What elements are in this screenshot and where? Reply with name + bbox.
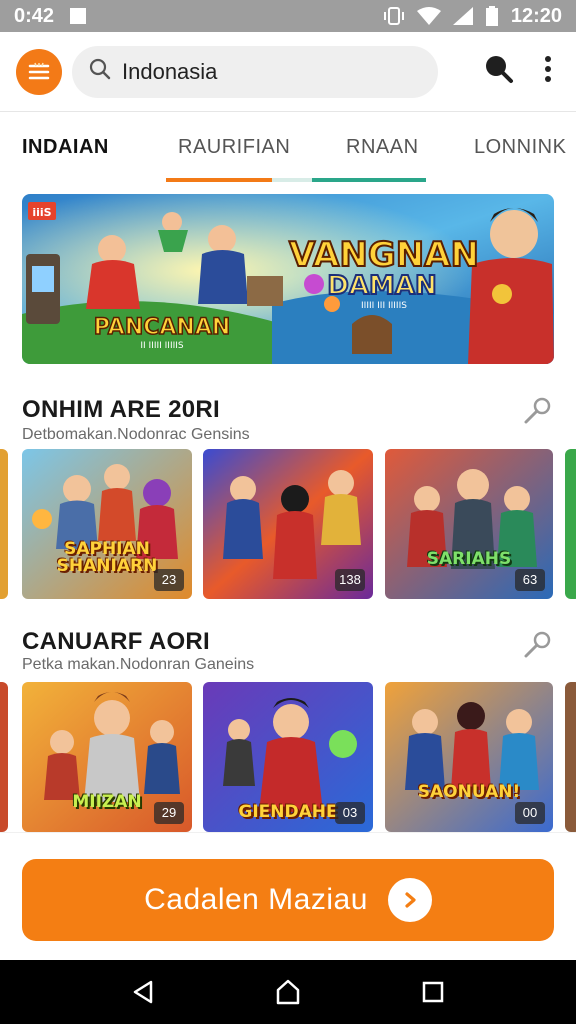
notification-icon	[70, 8, 87, 24]
tab-indaian[interactable]: INDAIAN	[22, 136, 109, 159]
game-card[interactable]: MIIZAN 29	[22, 682, 192, 832]
card-edge-right[interactable]	[565, 449, 576, 599]
nav-back-icon[interactable]	[123, 972, 163, 1012]
menu-logo-icon[interactable]	[16, 48, 62, 95]
card-title: SAONUAN!	[417, 782, 521, 802]
banner-left-sub: II IIIII IIIIIS	[140, 341, 184, 351]
more-vert-icon[interactable]	[544, 55, 552, 88]
battery-icon	[485, 6, 499, 26]
card-count-badge: 29	[154, 802, 184, 824]
cta-area: Cadalen Maziau	[0, 832, 576, 960]
search-icon	[88, 57, 112, 86]
nav-recents-icon[interactable]	[413, 972, 453, 1012]
nav-home-icon[interactable]	[268, 972, 308, 1012]
voice-search-icon[interactable]	[482, 54, 514, 89]
section-2-title: CANUARF AORI	[22, 628, 211, 655]
status-bar: 0:42 12:20	[0, 0, 576, 32]
game-card[interactable]: 138	[203, 449, 373, 599]
game-card[interactable]: SAPHIAN SHANIARN 23	[22, 449, 192, 599]
wifi-icon	[416, 7, 441, 25]
game-card[interactable]: SARIAHS 63	[385, 449, 553, 599]
section-1-title: ONHIM ARE 20RI	[22, 396, 221, 423]
signal-icon	[452, 7, 473, 25]
tab-indicator-orange	[166, 178, 272, 182]
banner-badge: iiiS	[32, 206, 51, 219]
tab-rnaan[interactable]: RNAAN	[346, 136, 419, 159]
tab-indicator-teal	[312, 178, 426, 182]
hero-banner[interactable]: iiiS VANGNAN DAMAN IIIII III IIIIIS PANC…	[22, 194, 554, 364]
section-2-subtitle: Petka makan.Nodonran Ganeins	[22, 656, 255, 673]
app-screen: 0:42 12:20 Indonasia INDAIAN RAURIFIAN R…	[0, 0, 576, 1024]
top-app-bar	[0, 32, 576, 112]
section-1-row: SAPHIAN SHANIARN 23 138 SARIAHS 63	[0, 449, 576, 601]
banner-headline-1: VANGNAN	[289, 235, 479, 275]
banner-headline-sub: IIIII III IIIIIS	[361, 301, 407, 311]
search-bar[interactable]	[72, 45, 438, 98]
status-time-right: 12:20	[510, 4, 562, 27]
card-edge-left[interactable]	[0, 682, 8, 832]
category-tabs: INDAIAN RAURIFIAN RNAAN LONNINK	[0, 124, 576, 184]
cta-label: Cadalen Maziau	[144, 883, 368, 916]
tab-indicator-fade	[272, 178, 312, 182]
section-2-row: MIIZAN 29 GIENDAHE 03 SAONUAN! 00	[0, 682, 576, 834]
card-edge-right[interactable]	[565, 682, 576, 832]
card-edge-left[interactable]	[0, 449, 8, 599]
card-count-badge: 63	[515, 569, 545, 591]
card-count-badge: 23	[154, 569, 184, 591]
vibrate-icon	[383, 6, 405, 26]
card-count-badge: 00	[515, 802, 545, 824]
search-input[interactable]	[122, 58, 402, 85]
banner-headline-2: DAMAN	[327, 271, 436, 301]
card-title: SARIAHS	[426, 549, 512, 569]
game-card[interactable]: GIENDAHE 03	[203, 682, 373, 832]
card-count-badge: 03	[335, 802, 365, 824]
tab-raurifian[interactable]: RAURIFIAN	[178, 136, 290, 159]
status-time-left: 0:42	[14, 4, 55, 27]
pin-icon[interactable]	[520, 628, 554, 662]
system-nav-bar	[0, 960, 576, 1024]
section-1-subtitle: Detbomakan.Nodonrac Gensins	[22, 426, 250, 443]
arrow-right-icon	[387, 878, 432, 922]
primary-cta-button[interactable]: Cadalen Maziau	[22, 859, 554, 941]
card-count-badge: 138	[335, 569, 365, 591]
game-card[interactable]: SAONUAN! 00	[385, 682, 553, 832]
tab-lonnink[interactable]: LONNINK	[474, 136, 566, 159]
banner-left-title: PANCANAN	[94, 315, 231, 340]
pin-icon[interactable]	[520, 394, 554, 428]
